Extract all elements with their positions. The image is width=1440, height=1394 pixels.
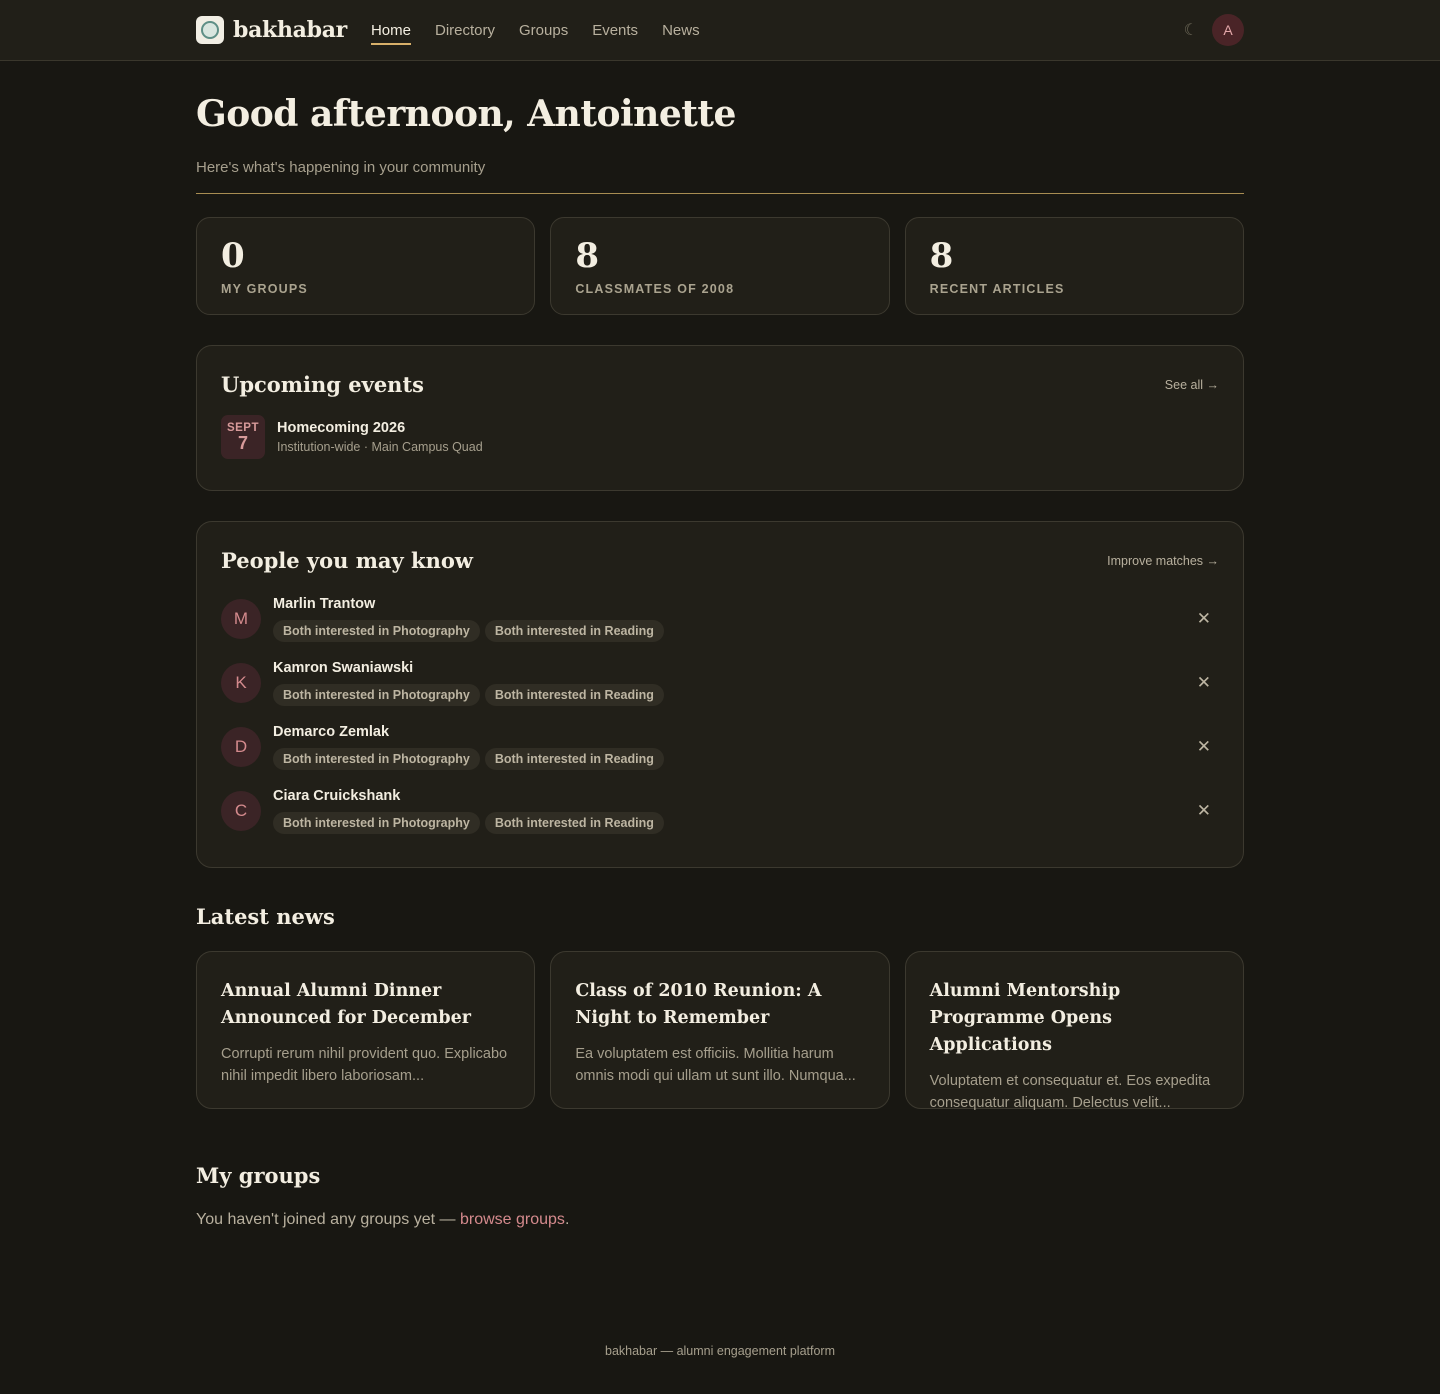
- person-row[interactable]: M Marlin Trantow Both interested in Phot…: [221, 587, 1219, 651]
- news-card[interactable]: Alumni Mentorship Programme Opens Applic…: [904, 951, 1244, 1111]
- nav-item-home[interactable]: Home: [370, 0, 411, 60]
- main-nav: Home Directory Groups Events News: [370, 0, 700, 60]
- close-icon[interactable]: ✕: [1197, 801, 1211, 821]
- news-title: Class of 2010 Reunion: A Night to Rememb…: [575, 981, 822, 1028]
- divider: [196, 193, 1244, 194]
- avatar: D: [221, 727, 261, 767]
- upcoming-events-card: Upcoming events See all → SEPT 7 Homecom…: [196, 345, 1244, 491]
- news-grid: Annual Alumni Dinner Announced for Decem…: [196, 951, 1244, 1111]
- top-navigation-bar: bakhabar Home Directory Groups Events Ne…: [0, 0, 1440, 61]
- person-row[interactable]: D Demarco Zemlak Both interested in Phot…: [221, 715, 1219, 779]
- avatar: K: [221, 663, 261, 703]
- nav-item-groups[interactable]: Groups: [519, 0, 568, 60]
- people-you-may-know-card: People you may know Improve matches → M …: [196, 521, 1244, 868]
- interest-tag: Both interested in Reading: [484, 748, 664, 770]
- stat-value: 0: [221, 236, 245, 276]
- news-title: Alumni Mentorship Programme Opens Applic…: [929, 981, 1121, 1055]
- page-title: Good afternoon, Antoinette: [196, 93, 736, 135]
- news-card[interactable]: Class of 2010 Reunion: A Night to Rememb…: [550, 951, 890, 1109]
- news-excerpt: Ea voluptatem est officiis. Mollitia har…: [575, 1046, 856, 1084]
- browse-groups-link[interactable]: browse groups: [460, 1211, 565, 1228]
- university-seal-icon: [196, 16, 224, 44]
- brand[interactable]: bakhabar: [196, 16, 347, 44]
- news-title: Annual Alumni Dinner Announced for Decem…: [221, 981, 471, 1028]
- stat-classmates: 8 CLASSMATES OF 2008: [550, 217, 890, 315]
- people-title: People you may know: [221, 548, 473, 573]
- page-subtitle: Here's what's happening in your communit…: [196, 159, 486, 176]
- stat-my-groups: 0 MY GROUPS: [196, 217, 536, 315]
- event-date-badge: SEPT 7: [221, 415, 265, 459]
- interest-tag: Both interested in Reading: [484, 684, 664, 706]
- groups-empty-text: You haven't joined any groups yet —: [196, 1211, 460, 1228]
- my-groups-title: My groups: [196, 1163, 321, 1188]
- improve-matches-link[interactable]: Improve matches →: [1107, 554, 1219, 568]
- brand-name: bakhabar: [233, 17, 347, 43]
- news-excerpt: Voluptatem et consequatur et. Eos expedi…: [929, 1073, 1211, 1111]
- person-row[interactable]: K Kamron Swaniawski Both interested in P…: [221, 651, 1219, 715]
- person-name[interactable]: Ciara Cruickshank: [273, 788, 664, 804]
- avatar: C: [221, 791, 261, 831]
- groups-empty-state: You haven't joined any groups yet — brow…: [196, 1211, 1244, 1229]
- latest-news-title: Latest news: [196, 904, 335, 929]
- close-icon[interactable]: ✕: [1197, 673, 1211, 693]
- nav-item-directory[interactable]: Directory: [435, 0, 495, 60]
- event-title: Homecoming 2026: [277, 420, 406, 436]
- stats-row: 0 MY GROUPS 8 CLASSMATES OF 2008 8 RECEN…: [196, 217, 1244, 315]
- person-name[interactable]: Demarco Zemlak: [273, 724, 664, 740]
- events-title: Upcoming events: [221, 372, 424, 397]
- news-excerpt: Corrupti rerum nihil provident quo. Expl…: [221, 1046, 508, 1084]
- stat-value: 8: [929, 236, 954, 276]
- interest-tag: Both interested in Reading: [484, 812, 664, 834]
- event-item[interactable]: SEPT 7 Homecoming 2026 Institution-wide …: [221, 415, 1219, 459]
- person-name[interactable]: Marlin Trantow: [273, 596, 664, 612]
- nav-item-news[interactable]: News: [662, 0, 700, 60]
- stat-label: MY GROUPS: [221, 282, 308, 296]
- moon-icon[interactable]: ☾: [1184, 20, 1198, 40]
- interest-tag: Both interested in Reading: [484, 620, 664, 642]
- main-content: Good afternoon, Antoinette Here's what's…: [196, 93, 1244, 1229]
- interest-tag: Both interested in Photography: [273, 812, 480, 834]
- news-card[interactable]: Annual Alumni Dinner Announced for Decem…: [196, 951, 536, 1109]
- stat-label: CLASSMATES OF 2008: [575, 282, 735, 296]
- interest-tag: Both interested in Photography: [273, 684, 480, 706]
- interest-tag: Both interested in Photography: [273, 620, 480, 642]
- event-day: 7: [237, 433, 248, 453]
- person-name[interactable]: Kamron Swaniawski: [273, 660, 664, 676]
- event-meta: Institution-wide · Main Campus Quad: [277, 440, 483, 454]
- stat-recent-articles: 8 RECENT ARTICLES: [904, 217, 1244, 315]
- nav-item-events[interactable]: Events: [592, 0, 638, 60]
- interest-tag: Both interested in Photography: [273, 748, 480, 770]
- groups-empty-end: .: [564, 1211, 570, 1228]
- stat-value: 8: [575, 236, 599, 276]
- person-row[interactable]: C Ciara Cruickshank Both interested in P…: [221, 779, 1219, 843]
- close-icon[interactable]: ✕: [1197, 609, 1211, 629]
- close-icon[interactable]: ✕: [1197, 737, 1211, 757]
- avatar: M: [221, 599, 261, 639]
- stat-label: RECENT ARTICLES: [929, 282, 1065, 296]
- footer: bakhabar — alumni engagement platform: [605, 1344, 835, 1358]
- see-all-events-link[interactable]: See all →: [1165, 378, 1219, 392]
- user-avatar[interactable]: A: [1212, 14, 1244, 46]
